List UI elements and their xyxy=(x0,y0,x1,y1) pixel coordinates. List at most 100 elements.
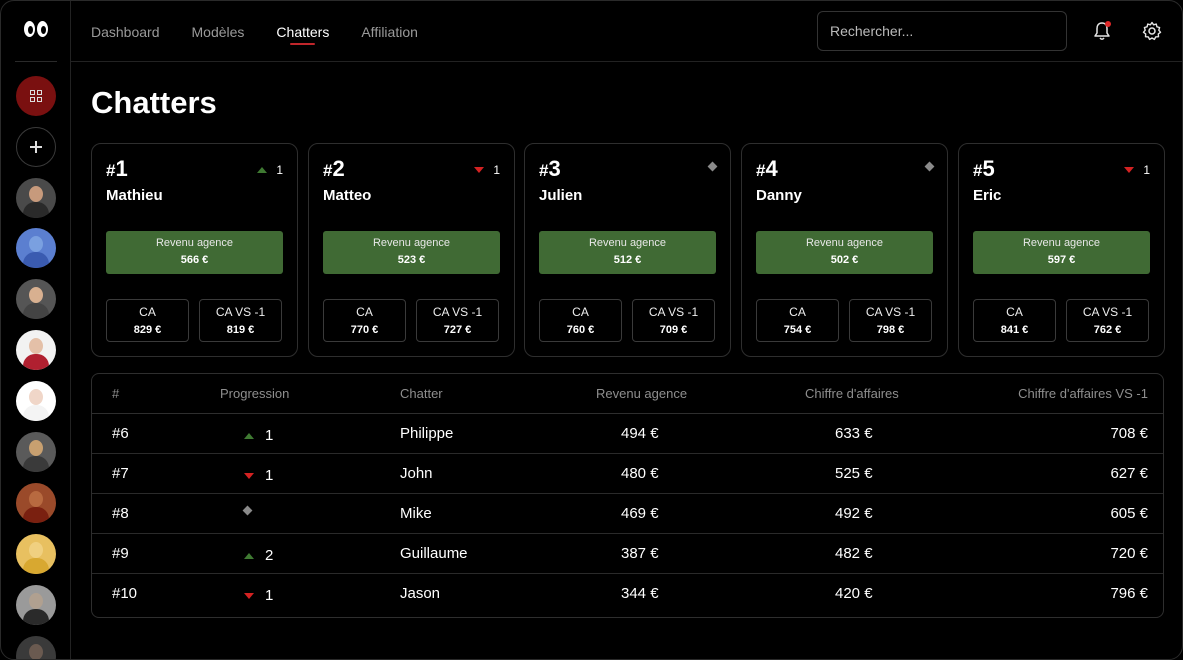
row-rank: #9 xyxy=(112,545,129,562)
page-title: Chatters xyxy=(91,85,217,120)
ca-prev-label: CA VS -1 xyxy=(1082,305,1133,319)
chatter-card[interactable]: #4 Danny Revenu agence 502 € CA 754 € CA VS -1… xyxy=(741,143,948,357)
ca-label: CA xyxy=(789,305,806,319)
card-trend xyxy=(924,161,935,172)
ca-value: 841 € xyxy=(1000,324,1029,336)
card-chatter-name: Mathieu xyxy=(106,187,163,204)
row-revenu-agence: 480 € xyxy=(621,465,659,482)
row-chiffre-affaires: 420 € xyxy=(835,585,873,602)
ca-prev-box: CA VS -1 762 € xyxy=(1066,299,1149,342)
chatter-card[interactable]: #3 Julien Revenu agence 512 € CA 760 € CA VS -… xyxy=(524,143,731,357)
revenue-label: Revenu agence xyxy=(588,237,667,249)
ca-value: 770 € xyxy=(350,324,379,336)
chatter-card[interactable]: #5 1 Eric Revenu agence 597 € CA 841 € CA VS -1… xyxy=(958,143,1165,357)
revenue-label: Revenu agence xyxy=(155,237,234,249)
nav-dashboard[interactable]: Dashboard xyxy=(91,1,160,62)
row-chiffre-affaires: 525 € xyxy=(835,465,873,482)
model-avatar[interactable] xyxy=(16,585,56,625)
model-avatar[interactable] xyxy=(16,279,56,319)
row-rank: #7 xyxy=(112,465,129,482)
row-chiffre-affaires-prev: 627 € xyxy=(1110,465,1148,482)
arrow-down-icon xyxy=(244,592,254,599)
col-revenu-agence: Revenu agence xyxy=(596,386,688,401)
trend-change: 2 xyxy=(265,547,274,564)
eyes-logo-icon[interactable] xyxy=(23,19,49,43)
revenue-box: Revenu agence 502 € xyxy=(756,231,933,274)
row-chiffre-affaires: 482 € xyxy=(835,545,873,562)
main-nav: Dashboard Modèles Chatters Affiliation xyxy=(91,1,450,62)
model-avatar[interactable] xyxy=(16,381,56,421)
notification-dot xyxy=(1105,21,1111,27)
col-rank: # xyxy=(112,386,120,401)
model-avatar[interactable] xyxy=(16,228,56,268)
trend-change: 1 xyxy=(265,467,274,484)
sidebar xyxy=(1,1,71,659)
ca-box: CA 754 € xyxy=(756,299,839,342)
row-chiffre-affaires: 492 € xyxy=(835,505,873,522)
bell-icon[interactable] xyxy=(1093,21,1111,41)
ca-prev-label: CA VS -1 xyxy=(215,305,266,319)
card-trend: 1 xyxy=(257,163,283,177)
row-progression: 1 xyxy=(244,427,273,444)
ca-label: CA xyxy=(356,305,373,319)
nav-chatters[interactable]: Chatters xyxy=(276,1,329,62)
row-rank: #8 xyxy=(112,505,129,522)
row-revenu-agence: 494 € xyxy=(621,425,659,442)
nav-affiliation[interactable]: Affiliation xyxy=(361,1,418,62)
table-row[interactable]: #6 1 Philippe 494 € 633 € 708 € xyxy=(92,414,1163,454)
revenue-value: 502 € xyxy=(830,254,859,266)
model-avatar[interactable] xyxy=(16,178,56,218)
trend-change: 1 xyxy=(276,163,283,177)
arrow-down-icon xyxy=(474,167,485,173)
row-rank: #6 xyxy=(112,425,129,442)
arrow-down-icon xyxy=(244,472,254,479)
model-avatar[interactable] xyxy=(16,483,56,523)
arrow-up-icon xyxy=(244,432,254,439)
trend-change: 1 xyxy=(265,427,274,444)
table-row[interactable]: #10 1 Jason 344 € 420 € 796 € xyxy=(92,574,1163,614)
ca-prev-label: CA VS -1 xyxy=(648,305,699,319)
dashboard-grid-button[interactable] xyxy=(16,76,56,116)
card-chatter-name: Eric xyxy=(973,187,1002,204)
row-chiffre-affaires-prev: 708 € xyxy=(1110,425,1148,442)
sidebar-divider xyxy=(15,61,57,62)
table-row[interactable]: #8 Mike 469 € 492 € 605 € xyxy=(92,494,1163,534)
chatter-card[interactable]: #2 1 Matteo Revenu agence 523 € CA 770 € CA VS … xyxy=(308,143,515,357)
card-trend: 1 xyxy=(1124,163,1150,177)
chatter-card[interactable]: #1 1 Mathieu Revenu agence 566 € CA 829 € CA VS… xyxy=(91,143,298,357)
table-row[interactable]: #9 2 Guillaume 387 € 482 € 720 € xyxy=(92,534,1163,574)
trend-change: 1 xyxy=(1143,163,1150,177)
row-progression xyxy=(242,505,253,516)
nav-modeles[interactable]: Modèles xyxy=(192,1,245,62)
row-progression: 2 xyxy=(244,547,273,564)
card-rank: #1 xyxy=(106,156,128,181)
col-progression: Progression xyxy=(220,386,290,401)
model-avatar[interactable] xyxy=(16,534,56,574)
diamond-icon xyxy=(924,161,935,172)
col-chatter: Chatter xyxy=(400,386,443,401)
ca-prev-value: 762 € xyxy=(1093,324,1122,336)
ca-box: CA 760 € xyxy=(539,299,622,342)
add-model-button[interactable] xyxy=(16,127,56,167)
card-trend: 1 xyxy=(474,163,500,177)
revenue-box: Revenu agence 523 € xyxy=(323,231,500,274)
gear-icon[interactable] xyxy=(1142,21,1162,41)
model-avatar[interactable] xyxy=(16,330,56,370)
revenue-value: 566 € xyxy=(180,254,209,266)
row-chatter: Mike xyxy=(400,505,432,522)
table-row[interactable]: #7 1 John 480 € 525 € 627 € xyxy=(92,454,1163,494)
ca-value: 754 € xyxy=(783,324,812,336)
app-window: Dashboard Modèles Chatters Affiliation C… xyxy=(0,0,1183,660)
model-avatar[interactable] xyxy=(16,432,56,472)
arrow-up-icon xyxy=(257,167,268,173)
model-avatar[interactable] xyxy=(16,636,56,659)
search-input[interactable] xyxy=(817,11,1067,51)
ca-value: 760 € xyxy=(566,324,595,336)
revenue-value: 512 € xyxy=(613,254,642,266)
card-rank: #4 xyxy=(756,156,778,181)
row-rank: #10 xyxy=(112,585,138,602)
arrow-down-icon xyxy=(1124,167,1135,173)
revenue-box: Revenu agence 597 € xyxy=(973,231,1150,274)
row-revenu-agence: 469 € xyxy=(621,505,659,522)
row-chiffre-affaires-prev: 720 € xyxy=(1110,545,1148,562)
